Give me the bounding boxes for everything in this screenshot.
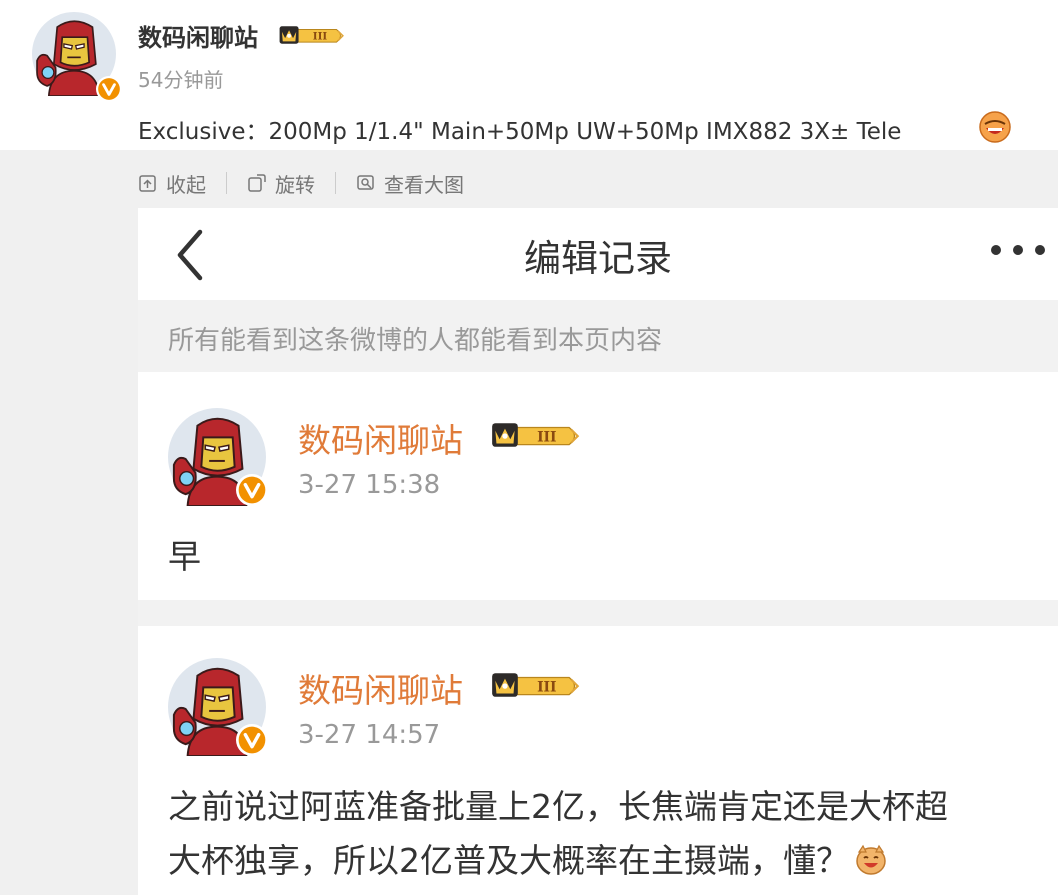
entry-text-line: 大杯独享，所以2亿普及大概率在主摄端，懂？ [168, 841, 849, 880]
entry-text: 早 [168, 537, 201, 576]
grin-emoji-icon [979, 111, 1011, 143]
collapse-label: 收起 [166, 172, 206, 197]
zoom-image-icon [357, 175, 374, 190]
post-author-name[interactable]: 数码闲聊站 [138, 18, 258, 53]
post-timestamp[interactable]: 54分钟前 [138, 64, 223, 93]
edit-history-title: 编辑记录 [524, 237, 672, 280]
entry-text-line: 之前说过阿蓝准备批量上2亿，长焦端肯定还是大杯超 [168, 787, 948, 826]
entry-text-line-2: 大杯独享，所以2亿普及大概率在主摄端，懂？ [168, 834, 1038, 888]
view-large-button[interactable]: 查看大图 [356, 169, 464, 198]
crown-level-badge-icon[interactable] [278, 24, 346, 46]
entry-author: 数码闲聊站 [298, 671, 463, 710]
image-toolbar: 收起 旋转 查看大图 [138, 166, 464, 200]
view-large-label: 查看大图 [384, 172, 464, 197]
crown-level-badge-icon [491, 672, 579, 698]
verified-badge-icon [236, 474, 268, 506]
collapse-button[interactable]: 收起 [138, 169, 206, 198]
attached-image[interactable]: 编辑记录 所有能看到这条微博的人都能看到本页内容 数码闲聊站 3-27 15:3… [138, 208, 1058, 895]
verified-badge-icon [236, 724, 268, 756]
entry-author: 数码闲聊站 [298, 421, 463, 460]
entry-text-block: 之前说过阿蓝准备批量上2亿，长焦端肯定还是大杯超 大杯独享，所以2亿普及大概率在… [168, 780, 1038, 888]
doge-emoji-icon [856, 844, 886, 875]
verified-badge-icon [96, 76, 122, 102]
toolbar-separator [335, 172, 336, 194]
rotate-icon [248, 174, 266, 192]
collapse-icon [139, 175, 156, 192]
toolbar-separator [226, 172, 227, 194]
crown-level-badge-icon [491, 422, 579, 448]
entry-timestamp: 3-27 14:57 [298, 720, 441, 750]
rotate-button[interactable]: 旋转 [247, 169, 315, 198]
more-dots-icon [991, 245, 1045, 255]
visibility-notice: 所有能看到这条微博的人都能看到本页内容 [138, 300, 1058, 372]
rotate-label: 旋转 [275, 172, 315, 197]
entry-timestamp: 3-27 15:38 [298, 470, 441, 500]
entry-divider [138, 600, 1058, 626]
post-text: Exclusive：200Mp 1/1.4" Main+50Mp UW+50Mp… [138, 119, 902, 145]
visibility-notice-text: 所有能看到这条微博的人都能看到本页内容 [168, 326, 663, 356]
